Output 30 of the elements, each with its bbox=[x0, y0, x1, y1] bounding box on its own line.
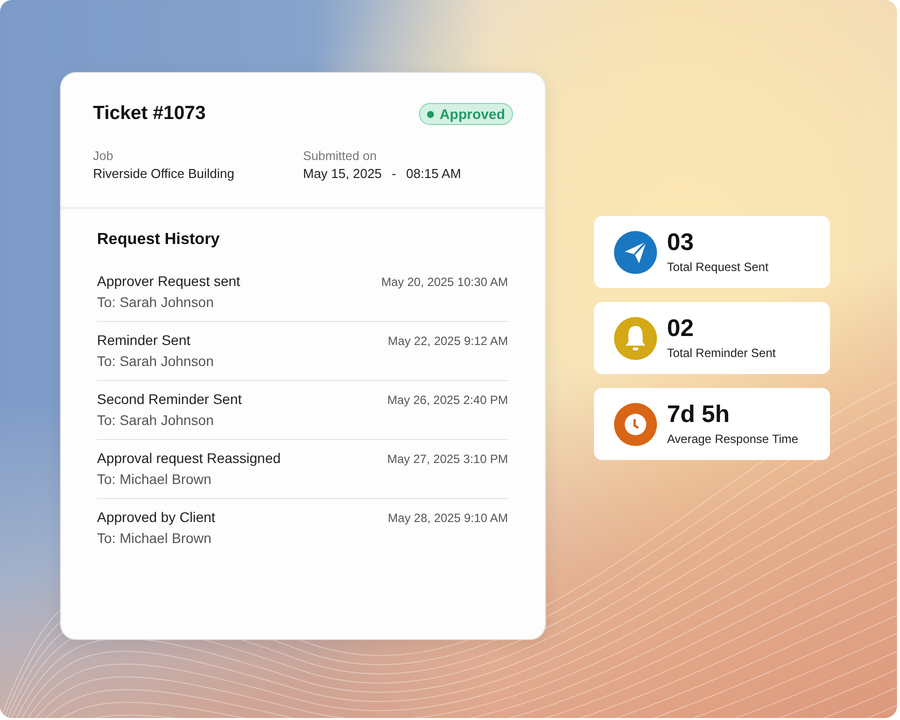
stat-value: 02 bbox=[667, 316, 695, 343]
event-title: Approver Request sent bbox=[97, 273, 240, 289]
event-recipient: To: Sarah Johnson bbox=[97, 412, 215, 428]
stat-label: Total Request Sent bbox=[667, 260, 768, 274]
status-badge: Approved bbox=[418, 103, 513, 125]
stat-value: 03 bbox=[667, 230, 695, 257]
event-title: Second Reminder Sent bbox=[97, 391, 242, 407]
ticket-title: Ticket #1073 bbox=[93, 103, 206, 125]
event-time: May 26, 2025 2:40 PM bbox=[387, 392, 508, 407]
field-value: Riverside Office Building bbox=[93, 166, 236, 181]
stat-value: 7d 5h bbox=[667, 402, 731, 429]
stat-label: Average Response Time bbox=[667, 432, 798, 446]
event-time: May 28, 2025 9:10 AM bbox=[388, 510, 508, 525]
event-time: May 27, 2025 3:10 PM bbox=[387, 451, 508, 466]
event-title: Approved by Client bbox=[97, 509, 216, 525]
event-title: Approval request Reassigned bbox=[97, 450, 281, 466]
section-title: Request History bbox=[97, 231, 221, 249]
event-time: May 20, 2025 10:30 AM bbox=[381, 274, 508, 289]
event-title: Reminder Sent bbox=[97, 332, 192, 348]
field-label: Job bbox=[93, 149, 114, 163]
event-recipient: To: Sarah Johnson bbox=[97, 294, 215, 310]
field-label: Submitted on bbox=[303, 149, 378, 163]
submitted-time: 08:15 AM bbox=[406, 166, 462, 181]
event-time: May 22, 2025 9:12 AM bbox=[388, 333, 508, 348]
event-recipient: To: Sarah Johnson bbox=[97, 353, 214, 369]
event-recipient: To: Michael Brown bbox=[97, 471, 212, 487]
event-recipient: To: Michael Brown bbox=[97, 530, 212, 546]
submitted-date: May 15, 2025 bbox=[303, 166, 382, 181]
separator: - bbox=[392, 166, 396, 181]
stat-label: Total Reminder Sent bbox=[667, 346, 776, 360]
